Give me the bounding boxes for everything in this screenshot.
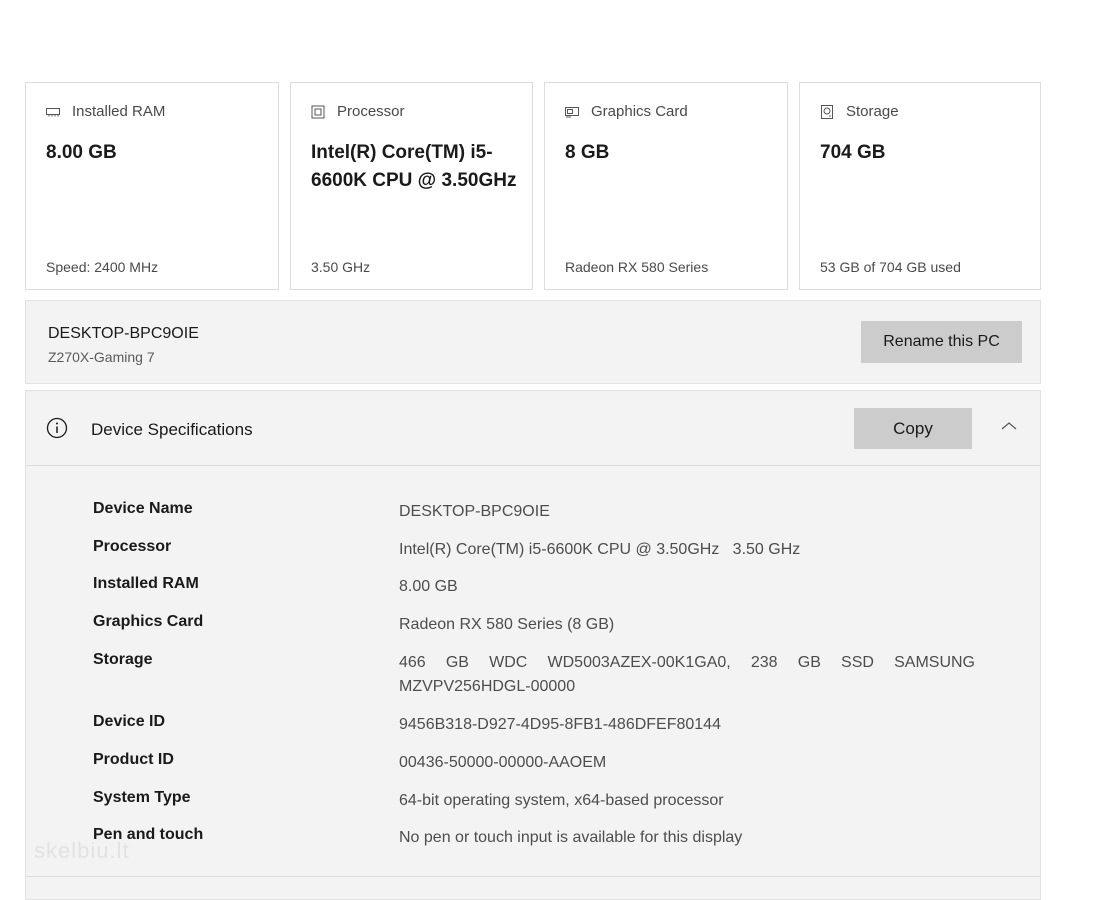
spec-label: Installed RAM (93, 575, 199, 592)
spec-value: 00436-50000-00000-AAOEM (399, 754, 607, 771)
card-value: Intel(R) Core(TM) i5-6600K CPU @ 3.50GHz (311, 142, 517, 191)
card-value: 8 GB (565, 142, 610, 163)
spec-label: Pen and touch (93, 826, 204, 843)
spec-value: DESKTOP-BPC9OIE (399, 503, 550, 520)
card-header: Processor (311, 103, 405, 120)
graphics-card-icon (565, 105, 579, 119)
spec-label: Product ID (93, 751, 174, 768)
card-header: Graphics Card (565, 103, 688, 120)
card-header: Storage (820, 103, 899, 120)
card-header: Installed RAM (46, 103, 165, 120)
spec-value: 64-bit operating system, x64-based proce… (399, 792, 724, 809)
storage-icon (820, 104, 834, 119)
info-icon (46, 417, 68, 439)
device-specifications-panel: Device Specifications Copy Device Name D… (25, 390, 1041, 900)
card-title: Processor (337, 103, 405, 120)
card-processor: Processor Intel(R) Core(TM) i5-6600K CPU… (290, 82, 533, 290)
card-subtext: Radeon RX 580 Series (565, 259, 709, 275)
rename-pc-button[interactable]: Rename this PC (861, 321, 1022, 363)
card-title: Graphics Card (591, 103, 688, 120)
spec-label: Device ID (93, 713, 166, 730)
card-graphics-card: Graphics Card 8 GB Radeon RX 580 Series (544, 82, 788, 290)
card-title: Storage (846, 103, 899, 120)
pc-model: Z270X-Gaming 7 (48, 349, 155, 365)
spec-value: 9456B318-D927-4D95-8FB1-486DFEF80144 (399, 716, 721, 733)
spec-label: Storage (93, 651, 153, 668)
card-title: Installed RAM (72, 103, 166, 120)
spec-label: Graphics Card (93, 613, 204, 630)
spec-label: Device Name (93, 500, 193, 517)
card-storage: Storage 704 GB 53 GB of 704 GB used (799, 82, 1041, 290)
card-value: 704 GB (820, 142, 886, 163)
copy-button[interactable]: Copy (854, 408, 972, 449)
spec-value: Intel(R) Core(TM) i5-6600K CPU @ 3.50GHz… (399, 541, 801, 558)
card-subtext: 53 GB of 704 GB used (820, 259, 961, 275)
spec-value: 8.00 GB (399, 578, 458, 595)
card-subtext: Speed: 2400 MHz (46, 259, 159, 275)
processor-icon (311, 105, 325, 119)
chevron-up-icon[interactable] (999, 419, 1019, 433)
spec-label: System Type (93, 789, 191, 806)
ram-icon (46, 105, 60, 119)
spec-value: 466 GB WDC WD5003AZEX-00K1GA0, 238 GB SS… (399, 654, 975, 695)
device-specifications-title: Device Specifications (91, 420, 253, 439)
divider (25, 876, 1041, 877)
pc-name-panel: DESKTOP-BPC9OIE Z270X-Gaming 7 Rename th… (25, 300, 1041, 384)
pc-name: DESKTOP-BPC9OIE (48, 325, 199, 342)
watermark: skelbiu.lt (34, 838, 130, 863)
spec-value: Radeon RX 580 Series (8 GB) (399, 616, 615, 633)
spec-label: Processor (93, 538, 172, 555)
device-specifications-header[interactable]: Device Specifications Copy (26, 391, 1040, 466)
spec-value: No pen or touch input is available for t… (399, 829, 743, 846)
card-subtext: 3.50 GHz (311, 259, 371, 275)
card-value: 8.00 GB (46, 142, 117, 163)
card-installed-ram: Installed RAM 8.00 GB Speed: 2400 MHz (25, 82, 279, 290)
